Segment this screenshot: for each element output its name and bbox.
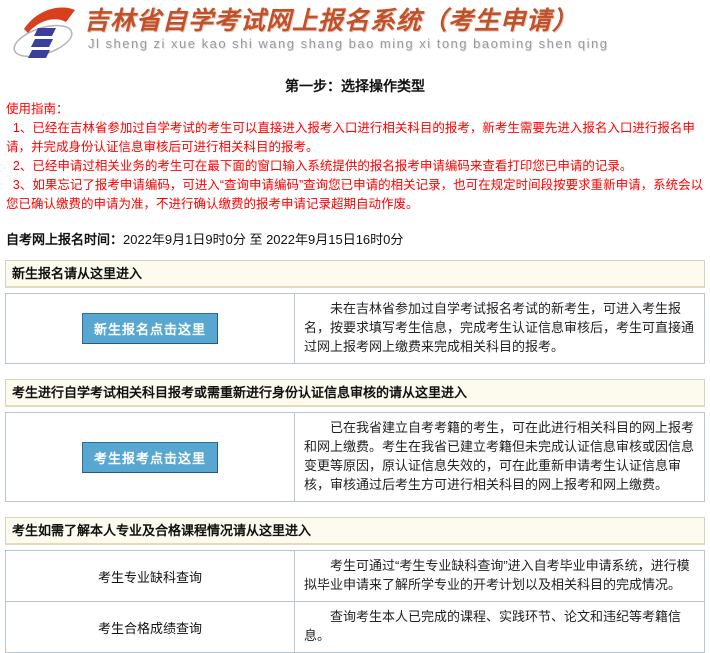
guide-item-3: 3、如果忘记了报考申请编码，可进入“查询申请编码”查询您已申请的相关记录，也可在… — [6, 176, 704, 214]
row-description: 已在我省建立自考考籍的考生，可在此进行相关科目的网上报考和网上缴费。考生在我省已… — [304, 418, 695, 494]
action-cell: 考生专业缺科查询 — [6, 551, 295, 602]
site-title: 吉林省自学考试网上报名系统（考生申请） — [84, 8, 710, 36]
action-cell: 考生报考点击这里 — [6, 413, 295, 502]
table-row: 新生报名点击这里 未在吉林省参加过自学考试报名考试的新考生，可进入考生报名，按要… — [6, 294, 705, 364]
usage-guide: 使用指南： 1、已经在吉林省参加过自学考试的考生可以直接进入报考入口进行相关科目… — [6, 100, 704, 214]
action-cell: 新生报名点击这里 — [6, 294, 295, 364]
guide-item-1: 1、已经在吉林省参加过自学考试的考生可以直接进入报考入口进行相关科目的报考，新考… — [6, 119, 704, 157]
new-student-table: 新生报名点击这里 未在吉林省参加过自学考试报名考试的新考生，可进入考生报名，按要… — [5, 293, 705, 364]
site-logo-icon — [12, 3, 78, 68]
registration-time-label: 自考网上报名时间： — [6, 232, 123, 247]
table-row: 考生专业缺科查询 考生可通过“考生专业缺科查询”进入自考毕业申请系统，进行模拟毕… — [6, 551, 705, 602]
description-cell: 未在吉林省参加过自学考试报名考试的新考生，可进入考生报名，按要求填写考生信息，完… — [295, 294, 705, 364]
description-cell: 已在我省建立自考考籍的考生，可在此进行相关科目的网上报考和网上缴费。考生在我省已… — [295, 413, 705, 502]
section-new-student: 新生报名请从这里进入 新生报名点击这里 未在吉林省参加过自学考试报名考试的新考生… — [5, 260, 705, 364]
row-description: 未在吉林省参加过自学考试报名考试的新考生，可进入考生报名，按要求填写考生信息，完… — [304, 299, 695, 356]
registration-time-value: 2022年9月1日9时0分 至 2022年9月15日16时0分 — [123, 232, 403, 247]
section-header-queries: 考生如需了解本人专业及合格课程情况请从这里进入 — [5, 517, 705, 545]
guide-heading: 使用指南： — [6, 100, 704, 119]
row-description: 考生可通过“考生专业缺科查询”进入自考毕业申请系统，进行模拟毕业申请来了解所学专… — [304, 556, 695, 594]
row-description: 查询考生本人已完成的课程、实践环节、论文和违纪等考籍信息。 — [304, 607, 695, 645]
description-cell: 考生可通过“考生专业缺科查询”进入自考毕业申请系统，进行模拟毕业申请来了解所学专… — [295, 551, 705, 602]
guide-item-2: 2、已经申请过相关业务的考生可在最下面的窗口输入系统提供的报名报考申请编码来查看… — [6, 157, 704, 176]
new-student-register-button[interactable]: 新生报名点击这里 — [82, 313, 218, 344]
description-cell: 查询考生本人已完成的课程、实践环节、论文和违纪等考籍信息。 — [295, 602, 705, 653]
passed-scores-query-link[interactable]: 考生合格成绩查询 — [98, 621, 202, 636]
candidate-exam-register-button[interactable]: 考生报考点击这里 — [82, 442, 218, 473]
action-cell: 考生合格成绩查询 — [6, 602, 295, 653]
registration-time: 自考网上报名时间：2022年9月1日9时0分 至 2022年9月15日16时0分 — [6, 229, 704, 248]
section-header-new-student: 新生报名请从这里进入 — [5, 260, 705, 288]
table-row: 考生合格成绩查询 查询考生本人已完成的课程、实践环节、论文和违纪等考籍信息。 — [6, 602, 705, 653]
site-header: 吉林省自学考试网上报名系统（考生申请） Jl sheng zi xue kao … — [0, 0, 710, 66]
section-queries: 考生如需了解本人专业及合格课程情况请从这里进入 考生专业缺科查询 考生可通过“考… — [5, 517, 705, 653]
table-row: 考生报考点击这里 已在我省建立自考考籍的考生，可在此进行相关科目的网上报考和网上… — [6, 413, 705, 502]
site-title-pinyin: Jl sheng zi xue kao shi wang shang bao m… — [84, 36, 710, 51]
step-title: 第一步：选择操作类型 — [0, 76, 710, 96]
section-header-candidate-register: 考生进行自学考试相关科目报考或需重新进行身份认证信息审核的请从这里进入 — [5, 379, 705, 407]
section-candidate-register: 考生进行自学考试相关科目报考或需重新进行身份认证信息审核的请从这里进入 考生报考… — [5, 379, 705, 502]
candidate-register-table: 考生报考点击这里 已在我省建立自考考籍的考生，可在此进行相关科目的网上报考和网上… — [5, 412, 705, 502]
queries-table: 考生专业缺科查询 考生可通过“考生专业缺科查询”进入自考毕业申请系统，进行模拟毕… — [5, 550, 705, 653]
